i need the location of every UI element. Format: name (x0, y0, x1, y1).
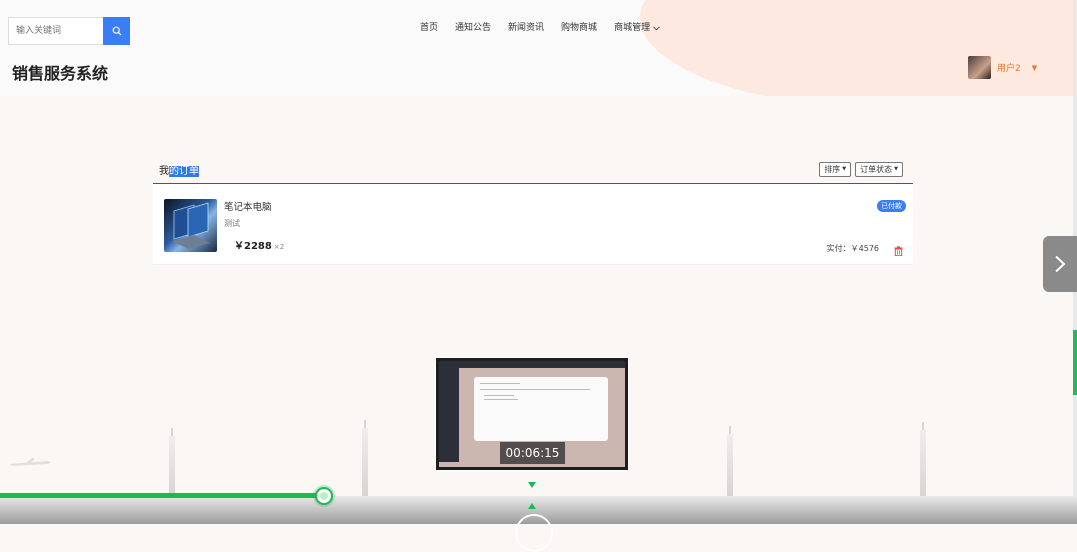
preview-text-line (480, 389, 590, 390)
preview-text-line (484, 395, 514, 396)
paid-label: 实付： (826, 244, 851, 253)
sort-label: 排序 (824, 164, 841, 174)
order-status-label: 订单状态 (860, 164, 893, 174)
avatar[interactable] (968, 56, 991, 79)
nav-item-news[interactable]: 新闻资讯 (508, 21, 544, 35)
seek-marker-down-icon (528, 482, 536, 488)
product-qty: ×2 (273, 243, 285, 251)
caret-down-icon[interactable]: ▼ (1032, 64, 1037, 72)
nav-item-mall[interactable]: 购物商城 (561, 21, 597, 35)
trash-icon (894, 246, 903, 257)
progress-played[interactable] (0, 493, 324, 498)
orders-title-selection: 的订单 (169, 165, 199, 177)
orders-title-prefix: 我 (159, 165, 169, 177)
laptop-image-art (172, 202, 210, 249)
seek-marker-up-icon (528, 503, 536, 509)
progress-handle[interactable] (315, 487, 333, 505)
airplane-icon (10, 458, 51, 466)
sort-dropdown[interactable]: 排序 ▼ (819, 161, 852, 177)
nav-item-mall-manage-label: 商城管理 (614, 23, 651, 33)
order-item[interactable]: 笔记本电脑 测试 ￥2288 ×2 已付款 实付：￥4576 (153, 184, 913, 265)
paid-amount: 实付：￥4576 (827, 243, 879, 254)
header-decoration (640, 0, 1077, 96)
chevron-right-icon (1055, 255, 1066, 273)
product-price: ￥2288 ×2 (234, 237, 284, 252)
site-header: 首页 通知公告 新闻资讯 购物商城 商城管理 销售服务系统 用户2 ▼ (0, 0, 1077, 96)
nav-item-home[interactable]: 首页 (420, 21, 438, 35)
orders-header: 我的订单 排序 ▼ 订单状态 ▼ (153, 155, 913, 184)
order-status-dropdown[interactable]: 订单状态 ▼ (855, 161, 903, 177)
next-button[interactable] (1043, 236, 1077, 292)
preview-sidebar (439, 368, 459, 462)
chevron-down-icon (653, 25, 660, 31)
skyline-decoration (169, 428, 175, 496)
preview-dialog (474, 377, 608, 441)
nav-item-mall-manage[interactable]: 商城管理 (614, 21, 660, 35)
delete-order-button[interactable] (894, 241, 903, 260)
search-box (8, 17, 130, 45)
nav-item-notices[interactable]: 通知公告 (455, 21, 491, 35)
status-badge: 已付款 (877, 200, 906, 212)
site-title: 销售服务系统 (12, 64, 109, 83)
preview-topbar (439, 361, 625, 368)
search-icon (112, 26, 121, 36)
caret-down-icon: ▼ (894, 166, 898, 172)
product-name[interactable]: 笔记本电脑 (224, 199, 272, 213)
user-name[interactable]: 用户2 (997, 61, 1021, 74)
product-image[interactable] (164, 199, 217, 252)
caret-down-icon: ▼ (842, 166, 847, 172)
search-input[interactable] (8, 17, 103, 45)
my-orders-panel: 我的订单 排序 ▼ 订单状态 ▼ 笔记本电脑 测试 ￥2288 ×2 已付款 实付：￥… (153, 155, 913, 265)
paid-value: ￥4576 (850, 244, 879, 253)
order-filters: 排序 ▼ 订单状态 ▼ (819, 161, 903, 177)
skyline-decoration (362, 420, 368, 496)
preview-text-line (484, 399, 518, 400)
orders-title: 我的订单 (159, 162, 199, 177)
user-menu[interactable]: 用户2 ▼ (968, 56, 1037, 79)
preview-text-line (480, 383, 520, 384)
product-price-value: ￥2288 (234, 241, 272, 252)
main-nav: 首页 通知公告 新闻资讯 购物商城 商城管理 (420, 21, 677, 35)
product-desc: 测试 (224, 219, 240, 228)
preview-timestamp: 00:06:15 (500, 442, 565, 464)
skyline-decoration (727, 426, 733, 496)
search-button[interactable] (103, 17, 130, 45)
scrollbar-thumb[interactable] (1073, 330, 1077, 395)
play-button[interactable] (515, 514, 553, 552)
skyline-decoration (920, 422, 926, 496)
